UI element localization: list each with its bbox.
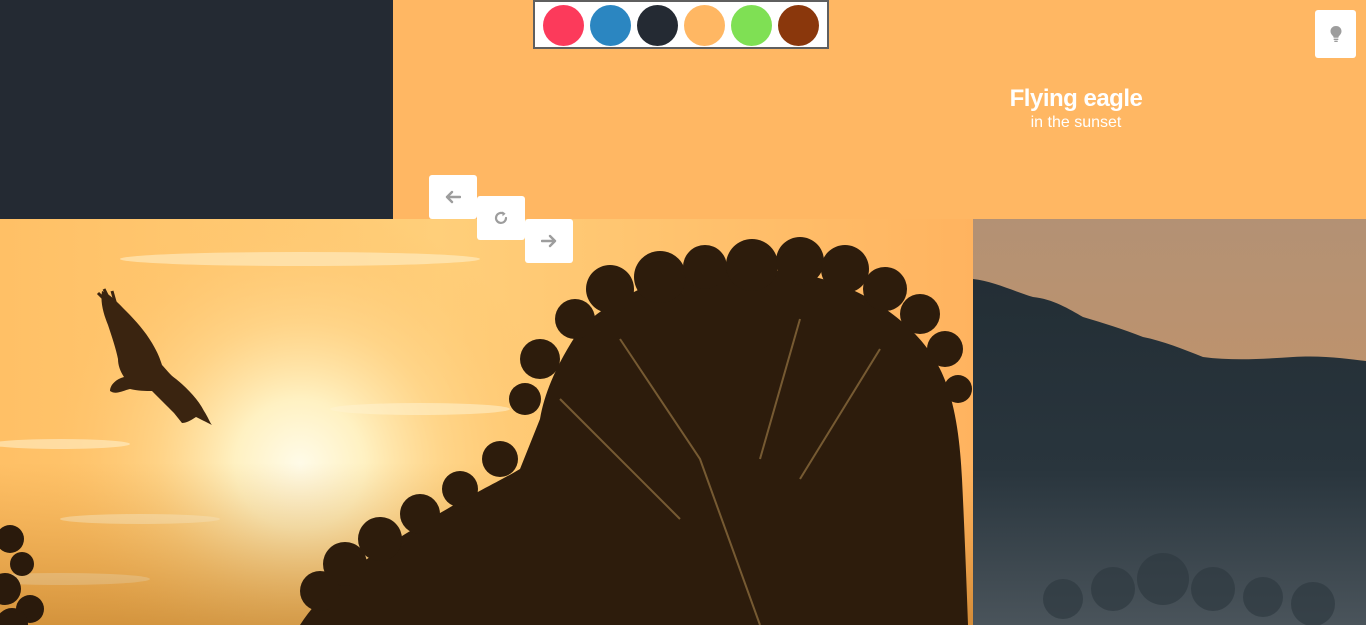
slide-caption: Flying eagle in the sunset xyxy=(976,84,1176,132)
arrow-left-icon xyxy=(445,190,461,204)
swatch-blue[interactable] xyxy=(590,4,631,46)
lightbulb-icon xyxy=(1330,26,1341,42)
dark-panel xyxy=(0,0,393,219)
slideshow-stage: Flying eagle in the sunset xyxy=(0,0,1366,625)
misty-forest-photo xyxy=(973,219,1366,625)
swatch-dark[interactable] xyxy=(637,4,678,46)
next-button[interactable] xyxy=(525,219,573,263)
swatch-red[interactable] xyxy=(543,4,584,46)
color-palette xyxy=(533,0,829,49)
reload-icon xyxy=(494,211,508,224)
tip-button[interactable] xyxy=(1315,10,1356,58)
swatch-green[interactable] xyxy=(731,4,772,46)
caption-subtitle: in the sunset xyxy=(1030,114,1122,131)
caption-title: Flying eagle xyxy=(1009,85,1143,112)
swatch-orange[interactable] xyxy=(684,4,725,46)
reload-button[interactable] xyxy=(477,196,525,240)
prev-button[interactable] xyxy=(429,175,477,219)
swatch-brown[interactable] xyxy=(778,4,819,46)
arrow-right-icon xyxy=(541,234,557,248)
eagle-sunset-photo xyxy=(0,219,973,625)
